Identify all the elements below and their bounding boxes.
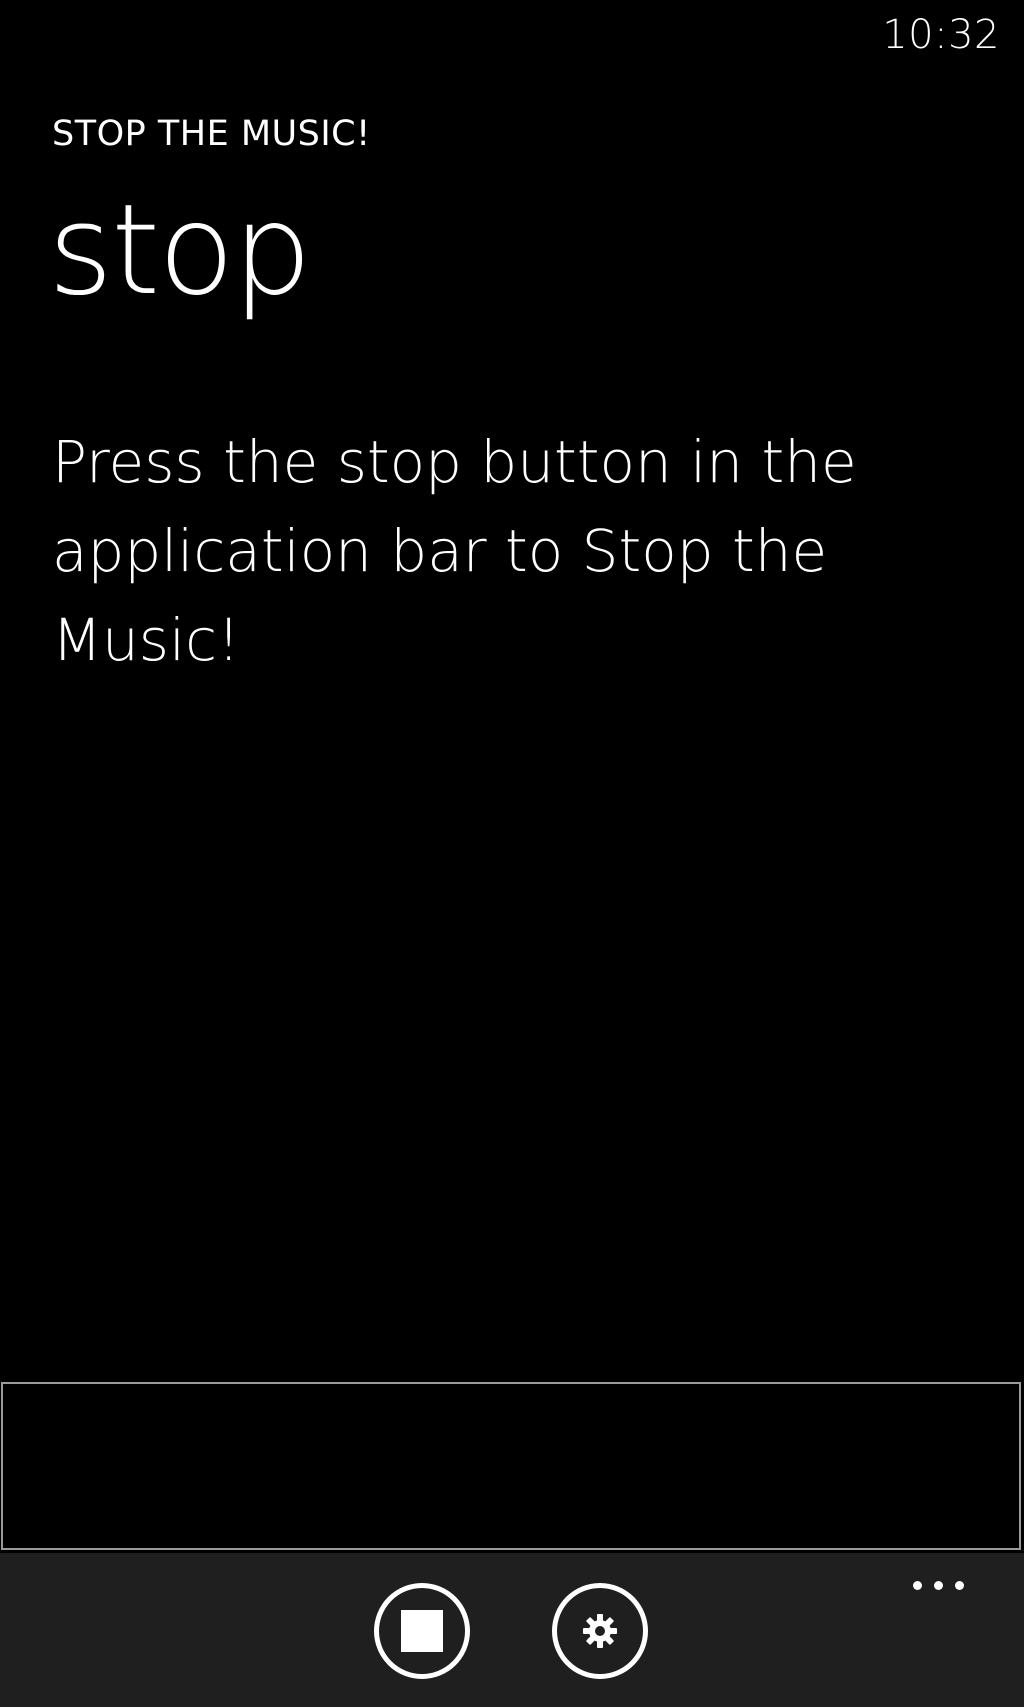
ad-banner-area[interactable] <box>1 1382 1021 1550</box>
app-title: STOP THE MUSIC! <box>52 114 371 154</box>
application-bar <box>0 1553 1024 1707</box>
status-time: 10:32 <box>882 12 1000 58</box>
stop-icon <box>401 1610 443 1652</box>
dot <box>955 1581 964 1590</box>
instructions-text: Press the stop button in the application… <box>52 428 857 674</box>
dot <box>934 1581 943 1590</box>
dot <box>913 1581 922 1590</box>
gear-icon <box>583 1614 617 1648</box>
stop-button[interactable] <box>374 1583 470 1679</box>
settings-button[interactable] <box>552 1583 648 1679</box>
page-title: stop <box>48 178 312 323</box>
ellipsis-icon[interactable] <box>907 1575 970 1596</box>
